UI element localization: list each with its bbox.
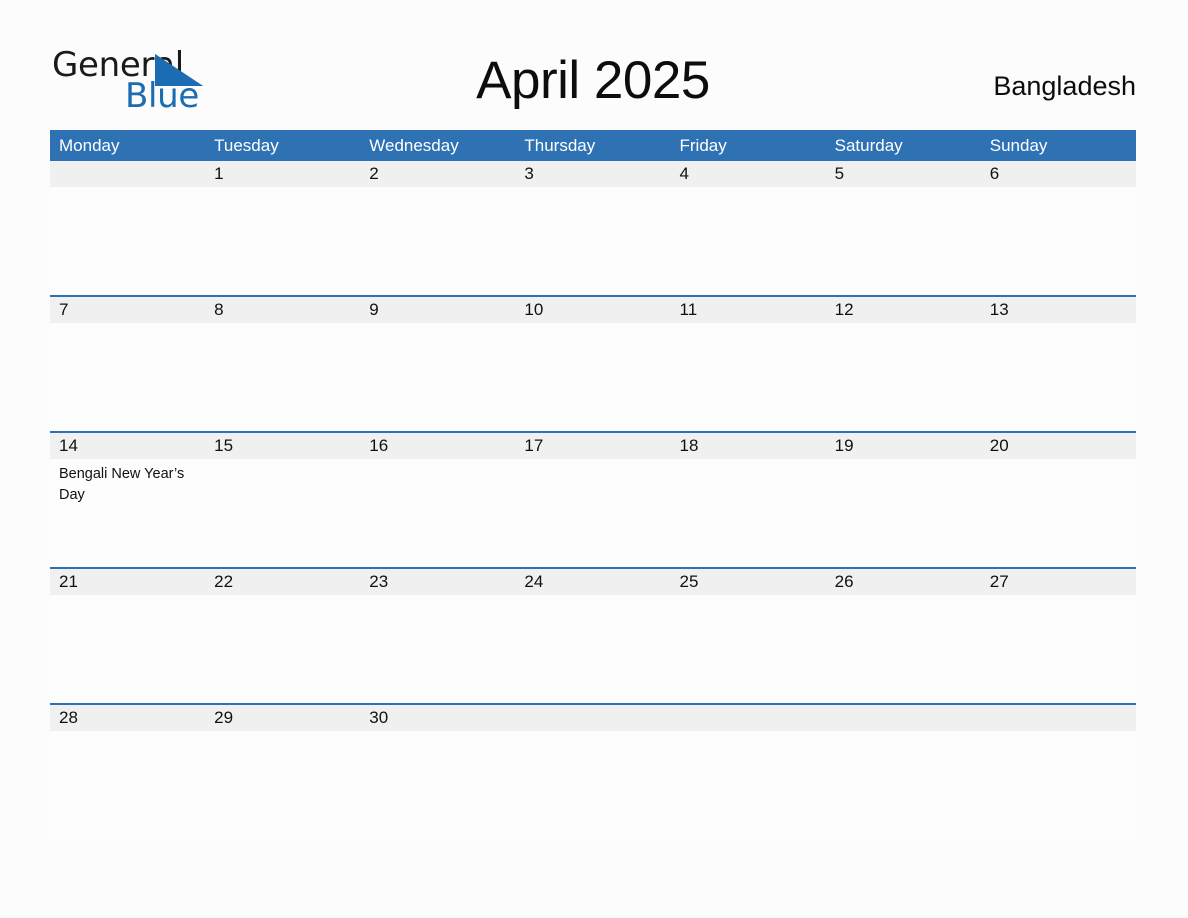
day-number[interactable]: 16	[360, 433, 515, 459]
day-number[interactable]: 13	[981, 297, 1136, 323]
day-number[interactable]: 27	[981, 569, 1136, 595]
day-events[interactable]	[981, 323, 1136, 431]
day-events[interactable]	[671, 731, 826, 839]
week-event-body	[50, 595, 1136, 703]
weekday-header-sunday: Sunday	[989, 136, 1048, 155]
country-label: Bangladesh	[993, 71, 1136, 101]
day-events[interactable]	[981, 595, 1136, 703]
day-events[interactable]	[515, 731, 670, 839]
day-events[interactable]	[50, 323, 205, 431]
week-row: 28 29 30	[50, 703, 1136, 839]
day-events[interactable]	[671, 323, 826, 431]
day-events[interactable]	[205, 459, 360, 567]
day-number[interactable]	[515, 705, 670, 731]
day-number[interactable]: 10	[515, 297, 670, 323]
day-events[interactable]	[826, 323, 981, 431]
day-number[interactable]	[826, 705, 981, 731]
day-events[interactable]	[205, 187, 360, 295]
day-number[interactable]: 3	[515, 161, 670, 187]
page-header: General Blue April 2025 Bangladesh	[50, 42, 1136, 122]
day-events[interactable]: Bengali New Year’s Day	[50, 459, 205, 567]
weekday-header-monday: Monday	[59, 136, 120, 155]
day-number[interactable]: 24	[515, 569, 670, 595]
day-number[interactable]: 2	[360, 161, 515, 187]
week-date-strip: 1 2 3 4 5 6	[50, 161, 1136, 187]
weekday-header-wednesday: Wednesday	[369, 136, 459, 155]
day-number[interactable]	[50, 161, 205, 187]
week-row: 1 2 3 4 5 6	[50, 161, 1136, 295]
day-number[interactable]: 15	[205, 433, 360, 459]
day-number[interactable]: 28	[50, 705, 205, 731]
day-number[interactable]: 11	[671, 297, 826, 323]
day-number[interactable]: 22	[205, 569, 360, 595]
day-events[interactable]	[50, 187, 205, 295]
day-events[interactable]	[826, 595, 981, 703]
day-number[interactable]: 30	[360, 705, 515, 731]
day-events[interactable]	[50, 731, 205, 839]
weekday-header-saturday: Saturday	[834, 136, 903, 155]
page-title: April 2025	[476, 51, 710, 110]
day-number[interactable]: 26	[826, 569, 981, 595]
holiday-event: Bengali New Year’s Day	[59, 466, 185, 503]
weekday-header-tuesday: Tuesday	[214, 136, 279, 155]
calendar-page: General Blue April 2025 Bangladesh Monda…	[0, 0, 1188, 918]
day-events[interactable]	[826, 731, 981, 839]
week-date-strip: 21 22 23 24 25 26 27	[50, 569, 1136, 595]
day-number[interactable]: 18	[671, 433, 826, 459]
weekday-header-friday: Friday	[679, 136, 727, 155]
week-row: 21 22 23 24 25 26 27	[50, 567, 1136, 703]
day-number[interactable]: 1	[205, 161, 360, 187]
calendar-grid: Monday Tuesday Wednesday Thursday Friday…	[50, 130, 1136, 839]
weekday-header-row: Monday Tuesday Wednesday Thursday Friday…	[50, 130, 1136, 161]
day-events[interactable]	[205, 731, 360, 839]
week-date-strip: 28 29 30	[50, 705, 1136, 731]
week-date-strip: 14 15 16 17 18 19 20	[50, 433, 1136, 459]
day-events[interactable]	[671, 595, 826, 703]
day-number[interactable]: 14	[50, 433, 205, 459]
day-number[interactable]: 25	[671, 569, 826, 595]
day-events[interactable]	[826, 187, 981, 295]
day-events[interactable]	[671, 187, 826, 295]
day-events[interactable]	[515, 323, 670, 431]
day-events[interactable]	[981, 187, 1136, 295]
day-events[interactable]	[205, 323, 360, 431]
day-number[interactable]: 29	[205, 705, 360, 731]
day-number[interactable]: 8	[205, 297, 360, 323]
day-events[interactable]	[360, 323, 515, 431]
day-events[interactable]	[50, 595, 205, 703]
day-events[interactable]	[826, 459, 981, 567]
day-number[interactable]: 12	[826, 297, 981, 323]
day-events[interactable]	[671, 459, 826, 567]
day-number[interactable]: 21	[50, 569, 205, 595]
day-number[interactable]: 5	[826, 161, 981, 187]
day-number[interactable]	[671, 705, 826, 731]
weekday-header-thursday: Thursday	[524, 136, 596, 155]
week-row: 14 15 16 17 18 19 20 Bengali New Year’s …	[50, 431, 1136, 567]
day-number[interactable]: 9	[360, 297, 515, 323]
day-events[interactable]	[360, 595, 515, 703]
day-events[interactable]	[205, 595, 360, 703]
day-events[interactable]	[360, 187, 515, 295]
day-number[interactable]: 19	[826, 433, 981, 459]
week-event-body	[50, 187, 1136, 295]
day-events[interactable]	[981, 731, 1136, 839]
day-number[interactable]: 7	[50, 297, 205, 323]
week-event-body	[50, 323, 1136, 431]
day-number[interactable]: 20	[981, 433, 1136, 459]
day-events[interactable]	[515, 595, 670, 703]
day-events[interactable]	[515, 459, 670, 567]
day-number[interactable]	[981, 705, 1136, 731]
week-event-body	[50, 731, 1136, 839]
day-number[interactable]: 23	[360, 569, 515, 595]
week-event-body: Bengali New Year’s Day	[50, 459, 1136, 567]
day-events[interactable]	[360, 731, 515, 839]
week-date-strip: 7 8 9 10 11 12 13	[50, 297, 1136, 323]
day-events[interactable]	[981, 459, 1136, 567]
day-number[interactable]: 6	[981, 161, 1136, 187]
day-events[interactable]	[515, 187, 670, 295]
day-events[interactable]	[360, 459, 515, 567]
day-number[interactable]: 17	[515, 433, 670, 459]
week-row: 7 8 9 10 11 12 13	[50, 295, 1136, 431]
day-number[interactable]: 4	[671, 161, 826, 187]
